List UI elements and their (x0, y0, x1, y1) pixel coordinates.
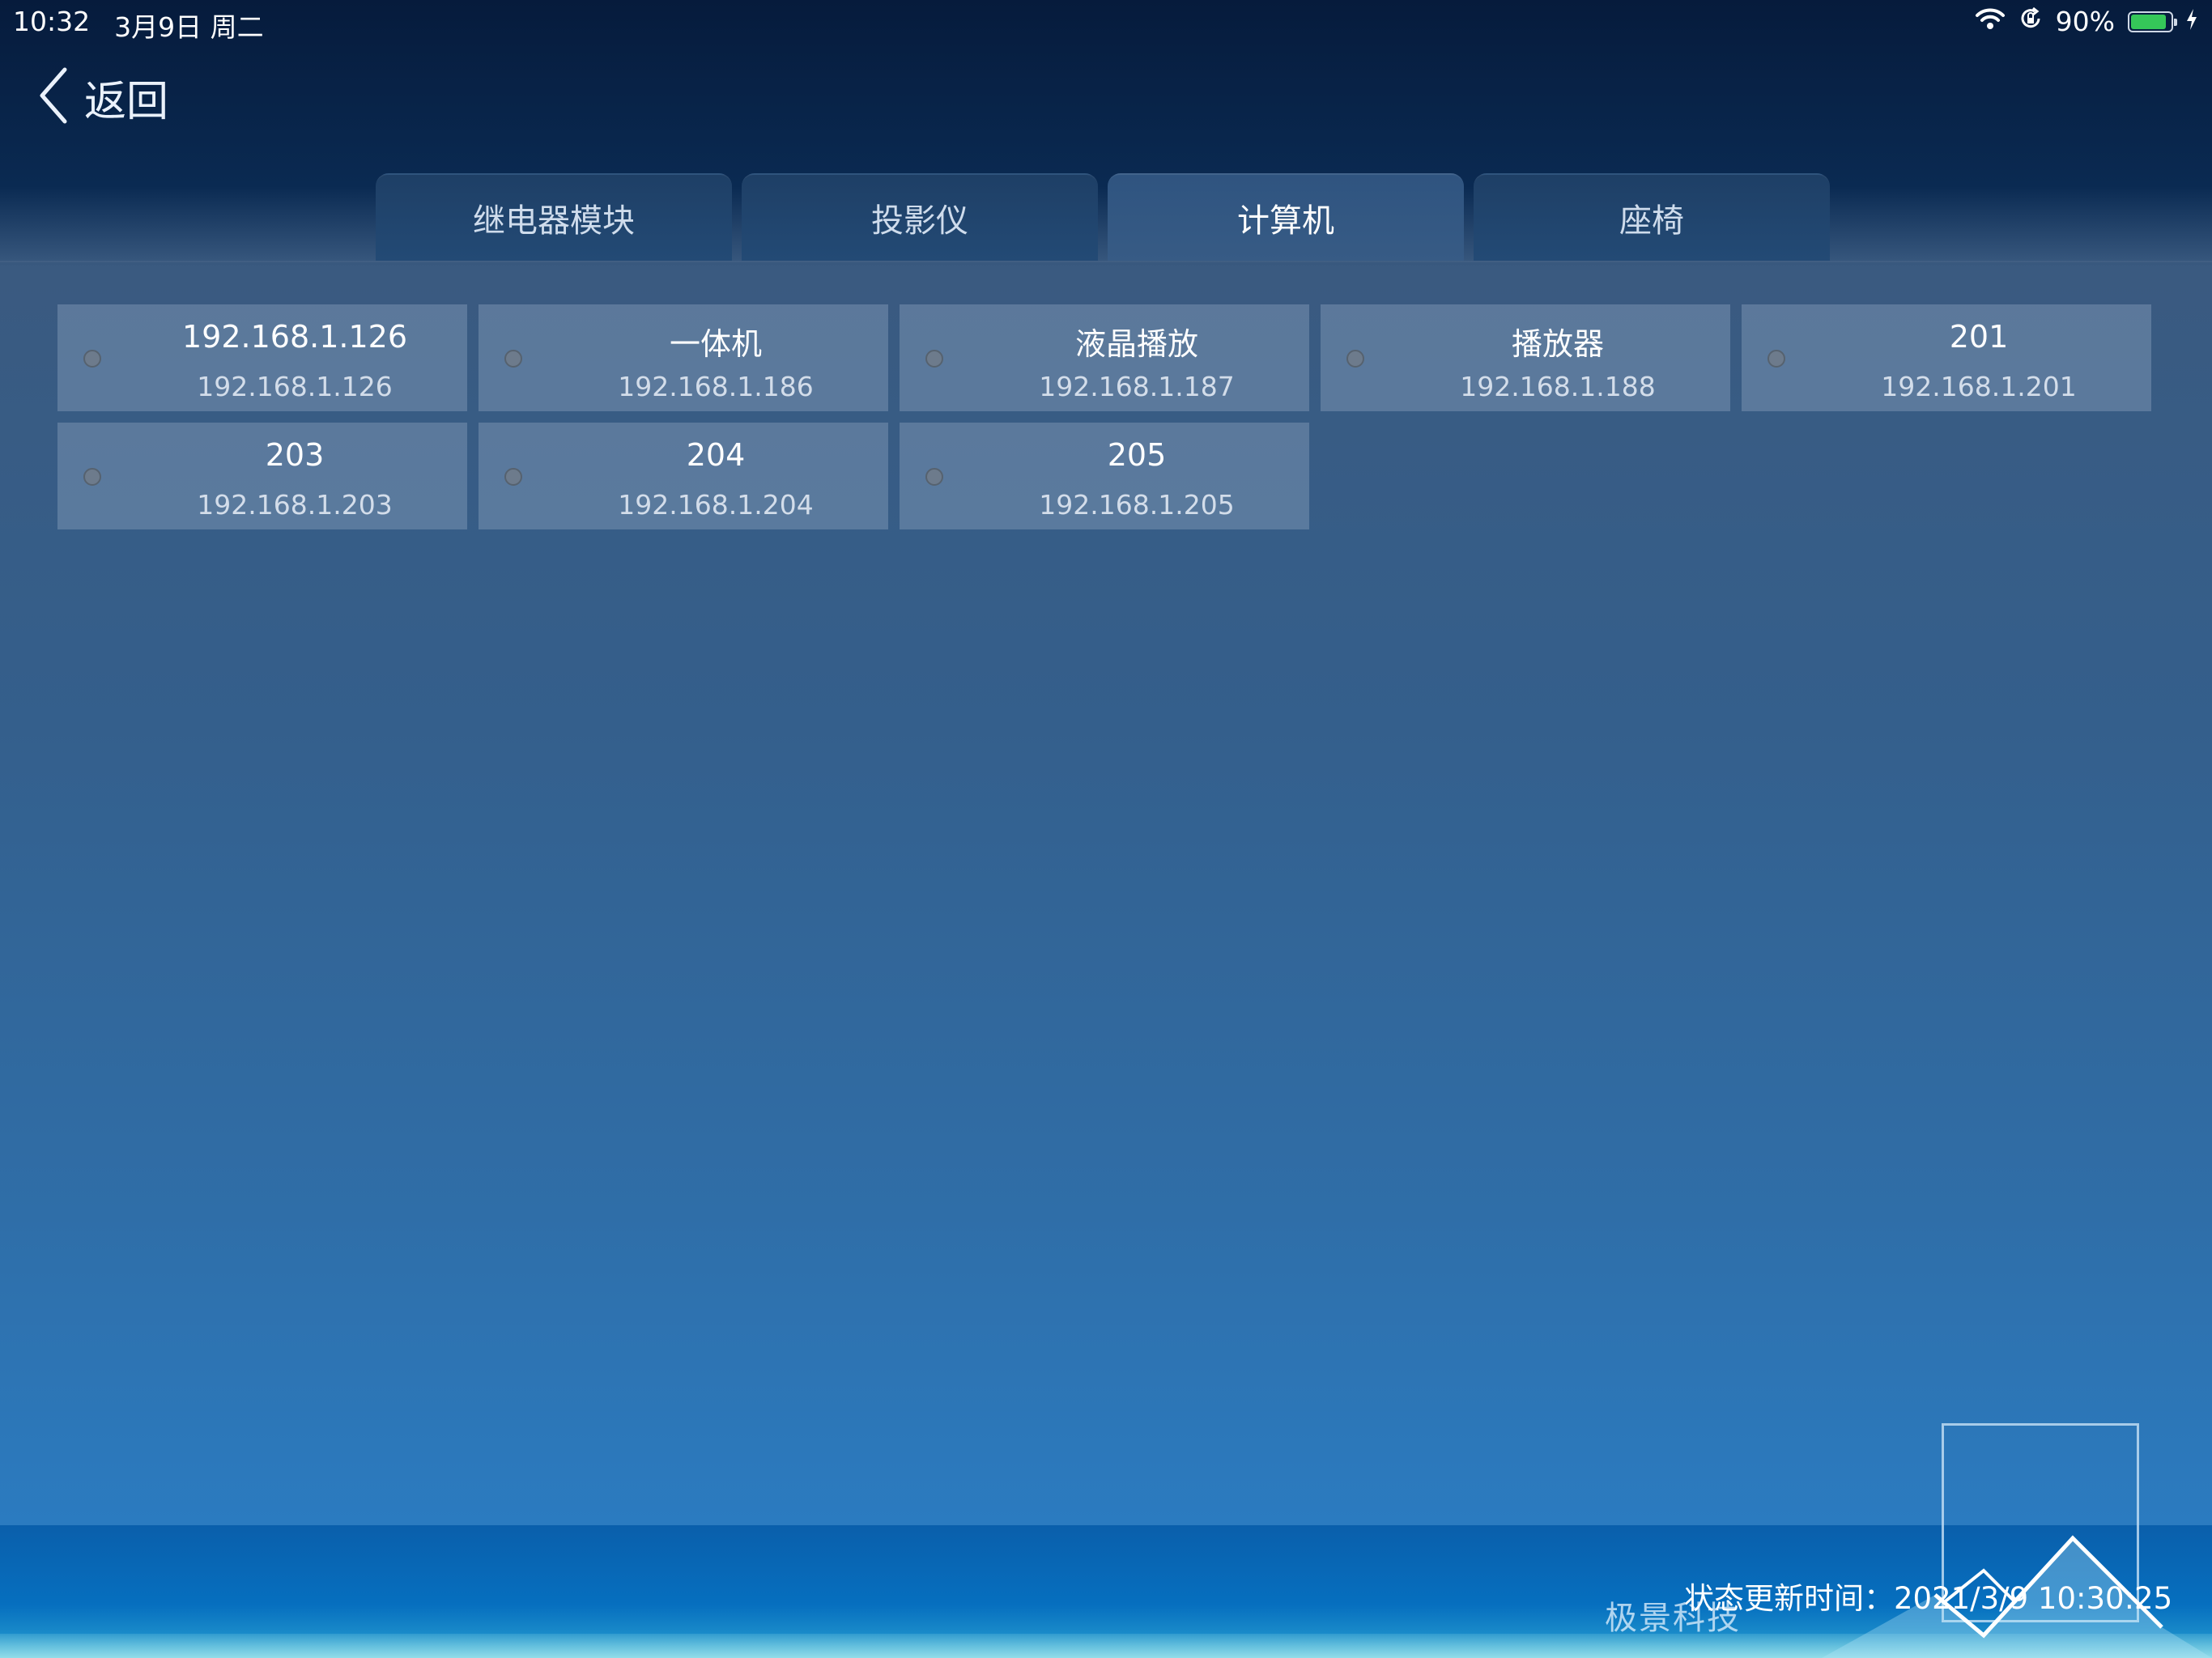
tab-label: 继电器模块 (473, 202, 635, 240)
device-card[interactable]: 液晶播放 192.168.1.187 (900, 304, 1309, 411)
device-name: 一体机 (669, 326, 762, 362)
device-card[interactable]: 192.168.1.126 192.168.1.126 (57, 304, 467, 411)
device-name: 205 (1107, 437, 1167, 473)
status-right: 90% (1975, 6, 2197, 37)
device-card[interactable]: 201 192.168.1.201 (1742, 304, 2151, 411)
status-time: 10:32 (13, 6, 91, 37)
tab-bar: 继电器模块 投影仪 计算机 座椅 (376, 173, 1830, 261)
device-card[interactable]: 203 192.168.1.203 (57, 423, 467, 529)
device-grid: 192.168.1.126 192.168.1.126 一体机 192.168.1.1… (57, 304, 2155, 529)
tab-label: 计算机 (1237, 202, 1334, 240)
back-button[interactable]: 返回 (37, 66, 168, 128)
device-ip: 192.168.1.201 (1881, 371, 2077, 402)
tab-label: 座椅 (1619, 202, 1684, 240)
tab-3[interactable]: 座椅 (1474, 173, 1830, 261)
device-ip: 192.168.1.187 (1039, 371, 1235, 402)
device-name: 播放器 (1511, 326, 1604, 362)
device-name: 204 (686, 437, 746, 473)
battery-icon (2128, 11, 2177, 32)
device-card[interactable]: 一体机 192.168.1.186 (479, 304, 888, 411)
tab-0[interactable]: 继电器模块 (376, 173, 732, 261)
back-label: 返回 (84, 77, 169, 126)
device-card[interactable]: 播放器 192.168.1.188 (1321, 304, 1730, 411)
device-name: 液晶播放 (1074, 326, 1198, 362)
chevron-left-icon (37, 66, 70, 128)
status-update-time: 状态更新时间：2021/3/9 10:30:25 (1684, 1581, 2173, 1616)
charging-icon (2186, 6, 2197, 37)
status-left: 10:32 3月9日 周二 (13, 6, 264, 45)
tab-1[interactable]: 投影仪 (742, 173, 1098, 261)
battery-fill (2131, 14, 2167, 29)
device-ip: 192.168.1.204 (618, 489, 814, 521)
device-card[interactable]: 205 192.168.1.205 (900, 423, 1309, 529)
device-card[interactable]: 204 192.168.1.204 (479, 423, 888, 529)
status-date: 3月9日 周二 (114, 11, 264, 43)
device-name: 203 (265, 437, 325, 473)
battery-percent: 90% (2055, 6, 2115, 37)
wifi-icon (1975, 6, 2006, 37)
tab-label: 投影仪 (871, 202, 968, 240)
device-ip: 192.168.1.188 (1460, 371, 1656, 402)
device-ip: 192.168.1.203 (197, 489, 393, 521)
tab-2[interactable]: 计算机 (1108, 173, 1464, 261)
orientation-lock-icon (2018, 6, 2043, 37)
device-ip: 192.168.1.186 (618, 371, 814, 402)
device-ip: 192.168.1.205 (1039, 489, 1235, 521)
device-ip: 192.168.1.126 (197, 371, 393, 402)
tab-divider (0, 261, 2212, 262)
device-name: 201 (1949, 319, 2009, 355)
status-bar: 10:32 3月9日 周二 90% (0, 0, 2212, 45)
device-name: 192.168.1.126 (181, 319, 407, 355)
